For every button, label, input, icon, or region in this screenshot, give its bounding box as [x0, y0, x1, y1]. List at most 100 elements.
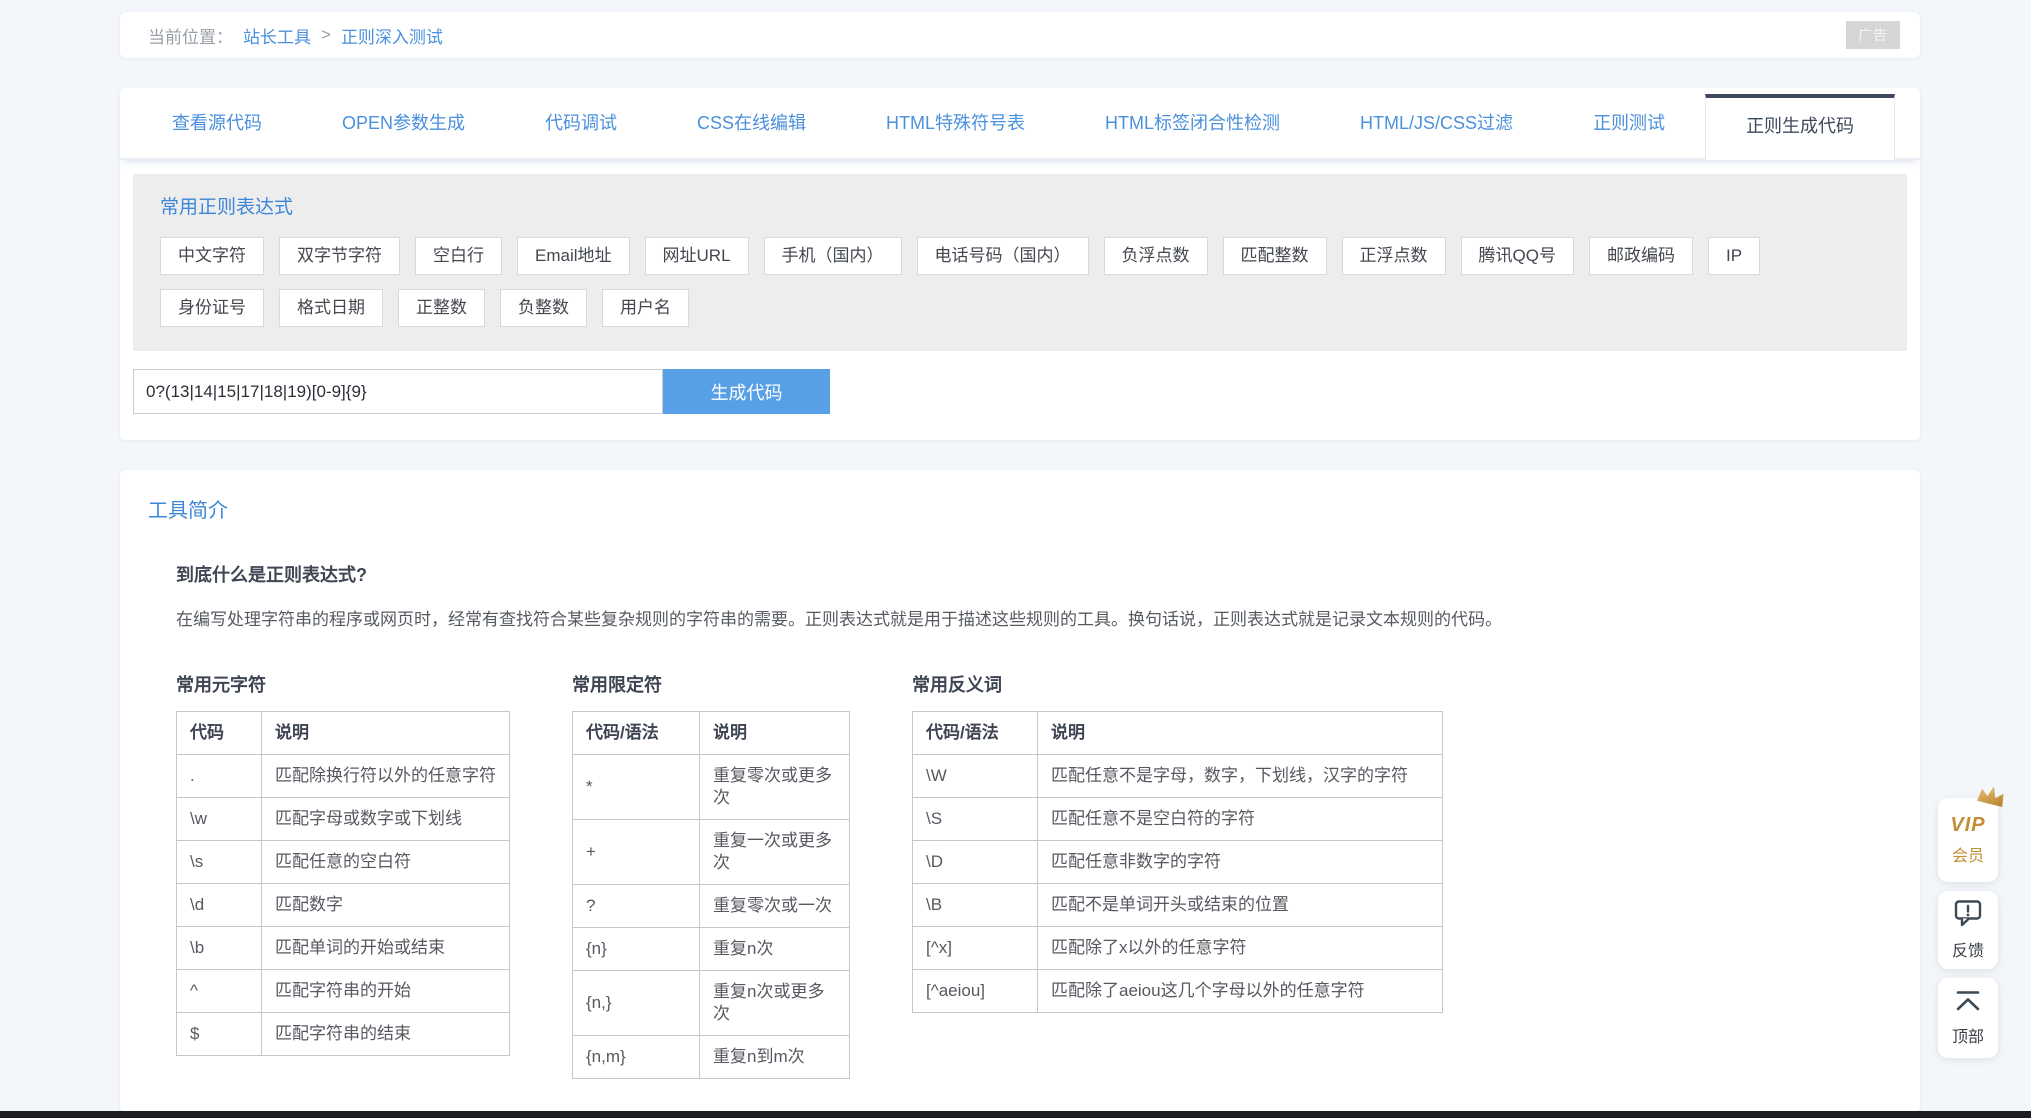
- code-cell: \D: [912, 840, 1038, 884]
- code-cell: [^x]: [912, 926, 1038, 970]
- regex-input[interactable]: [133, 369, 663, 414]
- desc-cell: 匹配任意的空白符: [261, 840, 510, 884]
- feedback-label: 反馈: [1951, 943, 1984, 960]
- code-cell: \B: [912, 883, 1038, 927]
- antonym-table-title: 常用反义词: [912, 675, 1002, 695]
- antonym-table: 代码/语法 说明 \W 匹配任意不是字母，数字，下划线，汉字的字符 \S 匹配任…: [912, 711, 1443, 1013]
- code-cell: \S: [912, 797, 1038, 841]
- chip-blank-line[interactable]: 空白行: [415, 237, 502, 275]
- ad-badge: 广告: [1846, 21, 1900, 49]
- chip-negative-float[interactable]: 负浮点数: [1103, 237, 1208, 275]
- desc-cell: 匹配字母或数字或下划线: [261, 797, 510, 841]
- table-row: [^aeiou] 匹配除了aeiou这几个字母以外的任意字符: [912, 969, 1443, 1013]
- table-row: \b 匹配单词的开始或结束: [176, 926, 510, 970]
- col-header: 代码: [176, 711, 262, 755]
- vip-label: VIP: [1950, 814, 1986, 836]
- table-row: \w 匹配字母或数字或下划线: [176, 797, 510, 841]
- col-header: 说明: [261, 711, 510, 755]
- code-cell: {n}: [572, 927, 700, 971]
- generate-row: 生成代码: [133, 369, 1920, 414]
- feedback-bubble-icon: [1953, 899, 1983, 932]
- code-cell: +: [572, 819, 700, 885]
- quantifier-section: 常用限定符 代码/语法 说明 * 重复零次或更多次 + 重复一次或更多次 ? 重…: [572, 671, 850, 1079]
- quantifier-table: 代码/语法 说明 * 重复零次或更多次 + 重复一次或更多次 ? 重复零次或一次: [572, 711, 850, 1079]
- floating-widgets: VIP 会员 反馈 顶部: [1938, 786, 2004, 1058]
- chip-mobile-cn[interactable]: 手机（国内）: [763, 237, 902, 275]
- col-header: 说明: [1037, 711, 1443, 755]
- tab-regex-test[interactable]: 正则测试: [1553, 88, 1705, 158]
- chip-integer[interactable]: 匹配整数: [1222, 237, 1327, 275]
- table-row: $ 匹配字符串的结束: [176, 1012, 510, 1056]
- table-row: {n,m} 重复n到m次: [572, 1035, 850, 1079]
- tab-code-debug[interactable]: 代码调试: [505, 88, 657, 158]
- breadcrumb-prefix: 当前位置：: [148, 27, 233, 47]
- desc-cell: 匹配数字: [261, 883, 510, 927]
- tab-html-symbols[interactable]: HTML特殊符号表: [846, 88, 1065, 158]
- code-cell: \W: [912, 754, 1038, 798]
- breadcrumb-link-page[interactable]: 正则深入测试: [341, 23, 443, 48]
- chip-username[interactable]: 用户名: [602, 289, 689, 327]
- metachar-section: 常用元字符 代码 说明 . 匹配除换行符以外的任意字符 \w 匹配字母或数字或下…: [176, 671, 510, 1056]
- chip-id-card[interactable]: 身份证号: [160, 289, 264, 327]
- intro-title: 工具简介: [148, 500, 228, 522]
- feedback-button[interactable]: 反馈: [1938, 891, 1998, 969]
- desc-cell: 匹配除换行符以外的任意字符: [261, 754, 510, 798]
- table-row: \s 匹配任意的空白符: [176, 840, 510, 884]
- bottom-edge-bar: [0, 1111, 2031, 1118]
- tab-html-js-css-filter[interactable]: HTML/JS/CSS过滤: [1320, 88, 1553, 158]
- chip-chinese-chars[interactable]: 中文字符: [160, 237, 264, 275]
- metachar-table-title: 常用元字符: [176, 675, 266, 695]
- chip-email[interactable]: Email地址: [517, 237, 630, 275]
- code-cell: \d: [176, 883, 262, 927]
- chip-ip[interactable]: IP: [1707, 237, 1761, 275]
- intro-question-heading: 到底什么是正则表达式?: [176, 565, 367, 585]
- desc-cell: 匹配除了x以外的任意字符: [1037, 926, 1443, 970]
- tab-css-editor[interactable]: CSS在线编辑: [657, 88, 846, 158]
- back-to-top-button[interactable]: 顶部: [1938, 978, 1998, 1058]
- desc-cell: 匹配任意非数字的字符: [1037, 840, 1443, 884]
- code-cell: \b: [176, 926, 262, 970]
- desc-cell: 重复n次: [699, 927, 850, 971]
- desc-cell: 匹配除了aeiou这几个字母以外的任意字符: [1037, 969, 1443, 1013]
- intro-paragraph: 在编写处理字符串的程序或网页时，经常有查找符合某些复杂规则的字符串的需要。正则表…: [176, 610, 1502, 629]
- chip-qq-number[interactable]: 腾讯QQ号: [1460, 237, 1574, 275]
- breadcrumb-link-site[interactable]: 站长工具: [243, 23, 311, 48]
- vip-member-button[interactable]: VIP 会员: [1938, 786, 2004, 882]
- code-cell: ^: [176, 969, 262, 1013]
- desc-cell: 匹配字符串的开始: [261, 969, 510, 1013]
- chip-positive-int[interactable]: 正整数: [398, 289, 485, 327]
- chip-double-byte[interactable]: 双字节字符: [279, 237, 400, 275]
- regex-chip-list: 中文字符 双字节字符 空白行 Email地址 网址URL 手机（国内） 电话号码…: [160, 237, 1800, 327]
- common-regex-title: 常用正则表达式: [160, 197, 294, 218]
- tab-open-params[interactable]: OPEN参数生成: [302, 88, 505, 158]
- chip-postcode[interactable]: 邮政编码: [1588, 237, 1693, 275]
- intro-card: 工具简介 到底什么是正则表达式? 在编写处理字符串的程序或网页时，经常有查找符合…: [120, 470, 1920, 1112]
- tab-html-tag-check[interactable]: HTML标签闭合性检测: [1065, 88, 1320, 158]
- table-row: \S 匹配任意不是空白符的字符: [912, 797, 1443, 841]
- code-cell: $: [176, 1012, 262, 1056]
- code-cell: {n,m}: [572, 1035, 700, 1079]
- common-regex-panel: 常用正则表达式 中文字符 双字节字符 空白行 Email地址 网址URL 手机（…: [133, 174, 1907, 351]
- col-header: 代码/语法: [572, 711, 700, 755]
- chip-date-format[interactable]: 格式日期: [279, 289, 383, 327]
- code-cell: *: [572, 754, 700, 820]
- tools-card: 查看源代码 OPEN参数生成 代码调试 CSS在线编辑 HTML特殊符号表 HT…: [120, 88, 1920, 440]
- breadcrumb: 当前位置： 站长工具 > 正则深入测试: [148, 23, 443, 48]
- antonym-section: 常用反义词 代码/语法 说明 \W 匹配任意不是字母，数字，下划线，汉字的字符 …: [912, 671, 1443, 1013]
- chip-phone-cn[interactable]: 电话号码（国内）: [916, 237, 1089, 275]
- desc-cell: 匹配字符串的结束: [261, 1012, 510, 1056]
- chip-negative-int[interactable]: 负整数: [500, 289, 587, 327]
- tab-view-source[interactable]: 查看源代码: [132, 88, 302, 158]
- code-cell: {n,}: [572, 970, 700, 1036]
- tab-regex-generate-active[interactable]: 正则生成代码: [1705, 94, 1896, 160]
- generate-code-button[interactable]: 生成代码: [663, 369, 830, 414]
- chip-positive-float[interactable]: 正浮点数: [1341, 237, 1446, 275]
- col-header: 说明: [699, 711, 850, 755]
- table-row: \D 匹配任意非数字的字符: [912, 840, 1443, 884]
- back-to-top-icon: [1953, 989, 1983, 1018]
- table-row: {n,} 重复n次或更多次: [572, 970, 850, 1036]
- chip-url[interactable]: 网址URL: [644, 237, 749, 275]
- tool-tabs: 查看源代码 OPEN参数生成 代码调试 CSS在线编辑 HTML特殊符号表 HT…: [120, 88, 1920, 160]
- back-to-top-label: 顶部: [1951, 1029, 1984, 1046]
- code-cell: \s: [176, 840, 262, 884]
